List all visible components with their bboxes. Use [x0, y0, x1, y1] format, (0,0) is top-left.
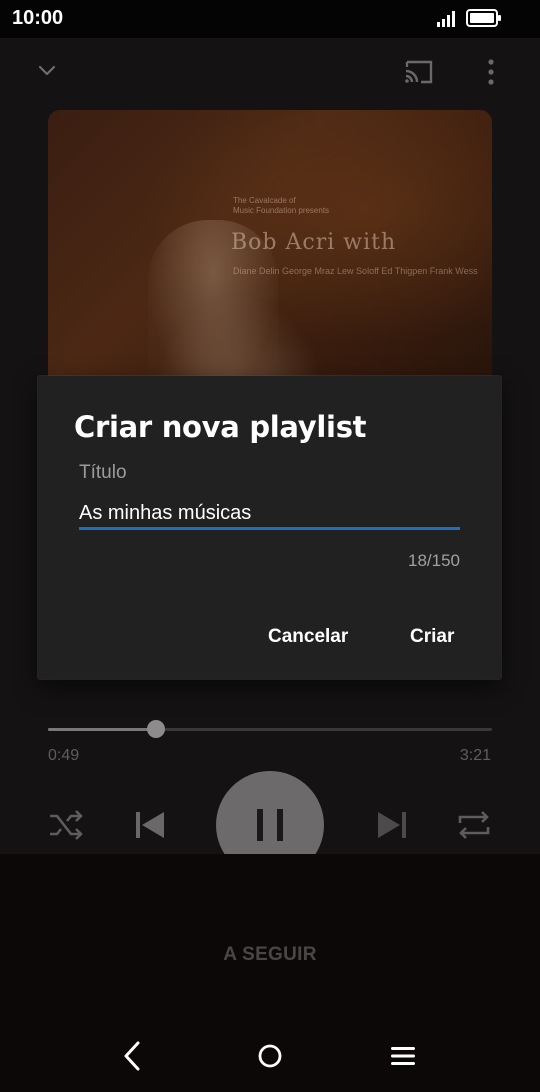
dialog-title: Criar nova playlist	[74, 410, 367, 444]
more-vertical-icon[interactable]	[484, 56, 498, 93]
album-art-presenter-line2: Music Foundation presents	[233, 206, 330, 215]
total-time: 3:21	[459, 747, 491, 764]
battery-icon	[466, 8, 502, 33]
input-underline	[79, 527, 460, 530]
album-art-presenter-line1: The Cavalcade of	[233, 196, 296, 205]
album-art-artist: Bob Acri with	[231, 230, 397, 255]
create-button[interactable]: Criar	[410, 626, 454, 648]
progress-fill	[48, 728, 157, 731]
album-art-presenter: The Cavalcade of Music Foundation presen…	[233, 196, 329, 216]
pause-icon	[254, 807, 286, 848]
skip-previous-icon[interactable]	[132, 808, 168, 847]
create-playlist-dialog: Criar nova playlist Título 18/150 Cancel…	[38, 376, 501, 679]
album-art: The Cavalcade of Music Foundation presen…	[48, 110, 492, 376]
nav-menu-icon[interactable]	[390, 1046, 416, 1071]
nav-back-icon[interactable]	[119, 1040, 147, 1077]
elapsed-time: 0:49	[48, 747, 80, 764]
up-next-label[interactable]: A SEGUIR	[0, 944, 540, 966]
progress-bar[interactable]	[48, 720, 492, 738]
player-screen: 10:00 The Cavalcade of Music Foundation …	[0, 0, 540, 1092]
title-field-label: Título	[79, 462, 127, 483]
album-art-names: Diane Delin George Mraz Lew Soloff Ed Th…	[233, 266, 478, 276]
nav-home-icon[interactable]	[257, 1043, 283, 1074]
cast-icon[interactable]	[402, 58, 436, 91]
status-bar: 10:00	[0, 0, 540, 38]
shuffle-icon[interactable]	[48, 808, 84, 847]
skip-next-icon[interactable]	[374, 808, 410, 847]
character-counter: 18/150	[408, 551, 460, 570]
repeat-icon[interactable]	[456, 808, 492, 847]
signal-icon	[437, 9, 459, 32]
playlist-title-input[interactable]	[79, 498, 459, 528]
chevron-down-icon[interactable]	[36, 60, 58, 87]
cancel-button[interactable]: Cancelar	[268, 626, 348, 648]
status-time: 10:00	[12, 7, 64, 29]
